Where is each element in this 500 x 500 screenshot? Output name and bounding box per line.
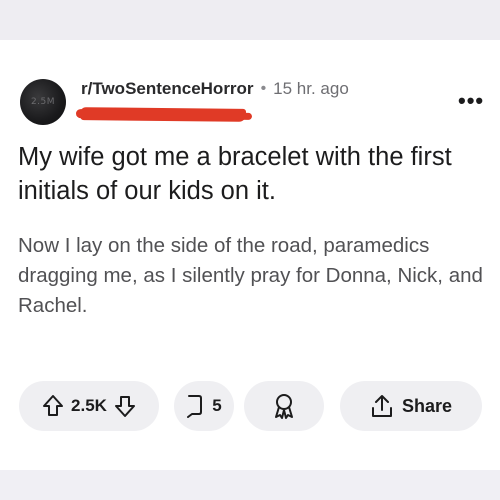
top-background <box>0 0 500 40</box>
subreddit-avatar[interactable]: 2.5M <box>20 79 66 125</box>
comment-count: 5 <box>212 396 222 415</box>
vote-bar: 2.5K <box>19 381 159 431</box>
share-icon <box>370 393 394 419</box>
comment-bubble-icon <box>186 393 204 419</box>
award-icon <box>270 392 298 420</box>
meta-separator: • <box>260 80 267 97</box>
post-body: Now I lay on the side of the road, param… <box>18 234 483 317</box>
award-button[interactable] <box>244 381 324 431</box>
arrow-down-icon[interactable] <box>114 394 136 418</box>
share-button[interactable]: Share <box>340 381 482 431</box>
post-title[interactable]: My wife got me a bracelet with the first… <box>18 140 488 208</box>
share-label: Share <box>401 395 453 416</box>
redaction-scribble <box>79 107 247 122</box>
bottom-background <box>0 470 500 500</box>
arrow-up-icon[interactable] <box>42 394 64 418</box>
avatar-label: 2.5M <box>30 97 56 107</box>
more-options-icon[interactable]: ••• <box>458 90 484 112</box>
vote-count: 2.5K <box>71 396 107 415</box>
comments-button[interactable]: 5 <box>174 381 234 431</box>
post-timestamp: 15 hr. ago <box>273 79 349 98</box>
post-meta: r/TwoSentenceHorror • 15 hr. ago <box>81 78 349 100</box>
subreddit-link[interactable]: r/TwoSentenceHorror <box>81 79 254 99</box>
